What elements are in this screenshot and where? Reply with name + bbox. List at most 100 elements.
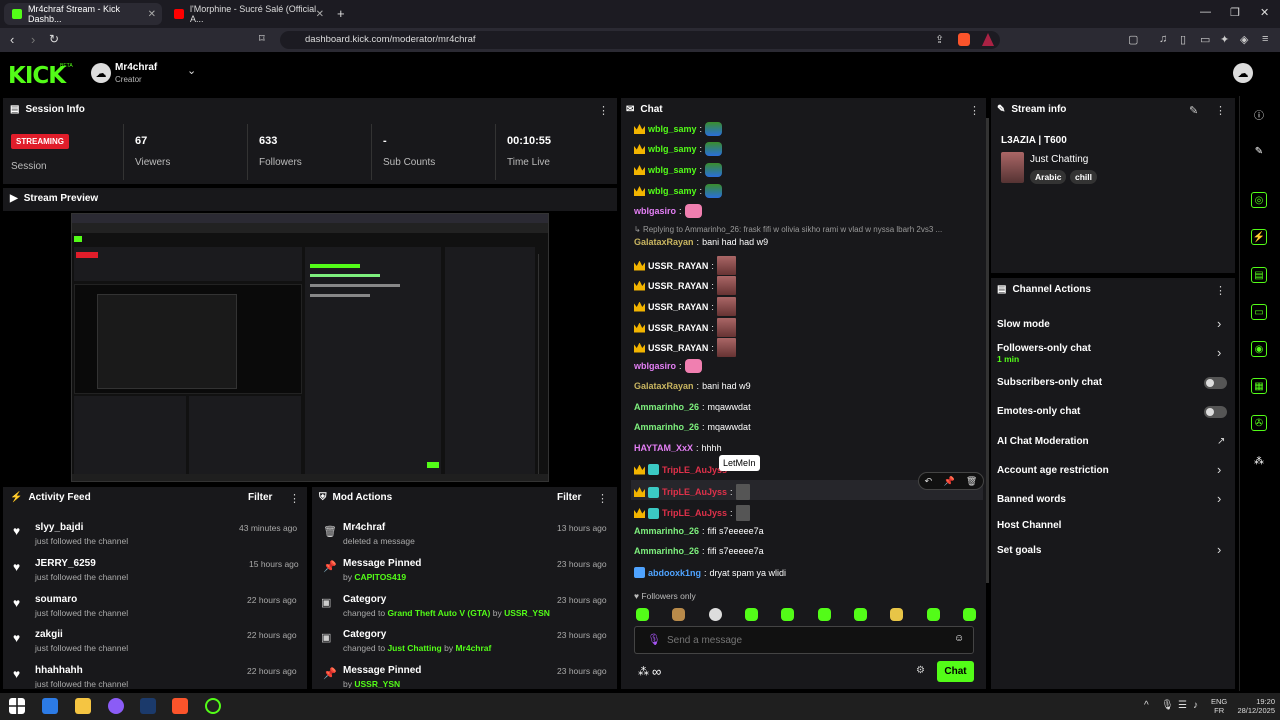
chat-message[interactable]: Ammarinho_26: mqawwdat — [634, 422, 751, 432]
clipboard-icon[interactable]: ▤ — [1251, 267, 1267, 283]
chat-settings-gear-icon[interactable]: ⚙ — [916, 665, 925, 676]
chat-username[interactable]: USSR_RAYAN — [648, 261, 708, 271]
chat-username[interactable]: USSR_RAYAN — [648, 302, 708, 312]
info-icon[interactable]: ⓘ — [1251, 106, 1267, 122]
mod-user-link[interactable]: USSR_YSN — [504, 608, 550, 618]
steam-app-icon[interactable] — [140, 698, 156, 714]
send-chat-button[interactable]: Chat — [937, 661, 974, 682]
chevron-right-icon[interactable]: › — [1217, 316, 1221, 331]
file-explorer-icon[interactable] — [75, 698, 91, 714]
chat-username[interactable]: wblg_samy — [648, 124, 697, 134]
pencil-icon[interactable]: ✎ — [1251, 143, 1267, 159]
microphone-icon[interactable]: 🎙 — [647, 633, 661, 646]
chat-message[interactable]: Ammarinho_26: mqawwdat — [634, 402, 751, 412]
close-window-icon[interactable]: ✕ — [1260, 6, 1269, 19]
emote-icon[interactable] — [672, 607, 686, 621]
chat-username[interactable]: TripLE_AuJyss — [662, 508, 727, 518]
subscribers-only-toggle[interactable] — [1204, 377, 1227, 389]
chat-message[interactable]: Ammarinho_26: fifi s7eeeee7a — [634, 526, 764, 536]
chat-username[interactable]: USSR_RAYAN — [648, 323, 708, 333]
chat-message[interactable]: TripLE_AuJyss — [634, 464, 727, 475]
mod-user-link[interactable]: Mr4chraf — [455, 643, 491, 653]
emote-icon[interactable] — [853, 607, 867, 621]
emote-icon[interactable] — [636, 607, 649, 621]
chat-message[interactable]: USSR_RAYAN: — [634, 297, 736, 316]
chat-message[interactable]: wblgasiro: — [634, 204, 702, 218]
stream-category[interactable]: Just Chatting — [1030, 154, 1088, 165]
chat-username[interactable]: USSR_RAYAN — [648, 281, 708, 291]
chat-message[interactable]: USSR_RAYAN: — [634, 318, 736, 337]
chat-menu-icon[interactable]: ⋮ — [969, 104, 980, 117]
edit-stream-info-icon[interactable]: ✎ — [1189, 104, 1198, 117]
emote-icon[interactable] — [890, 607, 904, 621]
vpn-icon[interactable]: ◈ — [1240, 33, 1248, 46]
mod-user-link[interactable]: USSR_YSN — [354, 679, 400, 688]
reply-icon[interactable]: ↶ — [925, 476, 933, 487]
category-link[interactable]: Just Chatting — [387, 643, 441, 653]
new-tab-icon[interactable]: + — [337, 6, 345, 21]
broadcast-icon[interactable]: ◉ — [1251, 341, 1267, 357]
channel-switch-chevron-icon[interactable]: ⌄ — [187, 64, 196, 77]
chat-username[interactable]: TripLE_AuJyss — [662, 465, 727, 475]
chat-message[interactable]: TripLE_AuJyss: — [634, 484, 750, 500]
chat-username[interactable]: HAYTAM_XxX — [634, 443, 693, 453]
chat-icon[interactable]: ▭ — [1251, 304, 1267, 320]
kick-bot-rail-icon[interactable]: ⁂ — [1251, 453, 1267, 469]
brave-app-icon[interactable] — [172, 698, 188, 714]
chat-message-input[interactable] — [667, 633, 947, 647]
minimize-icon[interactable]: — — [1200, 6, 1211, 18]
menu-icon[interactable]: ≡ — [1262, 33, 1268, 45]
external-link-icon[interactable]: ↗ — [1217, 436, 1225, 447]
url-field[interactable]: dashboard.kick.com/moderator/mr4chraf — [280, 31, 1000, 49]
chat-message[interactable]: abdooxk1ng: dryat spam ya wlidi — [634, 567, 786, 578]
lightning-icon[interactable]: ⚡ — [1251, 229, 1267, 245]
reply-context[interactable]: ↳ Replying to Ammarinho_26: frask fifi w… — [634, 225, 974, 234]
activity-user[interactable]: hhahhahh — [35, 665, 128, 676]
stream-video[interactable] — [71, 213, 549, 482]
infinity-icon[interactable]: ∞ — [652, 664, 661, 679]
tag-chip[interactable]: Arabic — [1030, 170, 1067, 184]
windows-start-icon[interactable] — [9, 698, 25, 714]
chat-message[interactable]: wblg_samy: — [634, 142, 723, 156]
close-tab-icon[interactable]: ✕ — [148, 9, 156, 20]
network-icon[interactable]: ☰ — [1178, 700, 1187, 711]
chat-message[interactable]: USSR_RAYAN: — [634, 276, 736, 295]
chat-message[interactable]: wblg_samy: — [634, 184, 723, 198]
chat-username[interactable]: wblg_samy — [648, 186, 697, 196]
chat-username[interactable]: abdooxk1ng — [648, 568, 701, 578]
chat-message[interactable]: GalataxRayan: bani had w9 — [634, 381, 751, 391]
volume-icon[interactable]: ♪ — [1193, 700, 1198, 711]
mod-user-link[interactable]: CAPITOS419 — [354, 572, 406, 582]
emote-icon[interactable] — [744, 607, 758, 621]
tab-kick-dashboard[interactable]: Mr4chraf Stream - Kick Dashb... ✕ — [4, 3, 162, 25]
mod-filter-button[interactable]: Filter — [557, 492, 581, 503]
chat-message[interactable]: Ammarinho_26: fifi s7eeeee7a — [634, 546, 764, 556]
activity-user[interactable]: zakgii — [35, 629, 128, 640]
chat-username[interactable]: GalataxRayan — [634, 381, 694, 391]
chat-message[interactable]: GalataxRayan: bani had had w9 — [634, 237, 768, 247]
set-goals-row[interactable]: Set goals — [997, 545, 1041, 556]
delete-message-icon[interactable]: 🗑 — [966, 476, 977, 487]
chat-message[interactable]: wblg_samy: — [634, 122, 723, 136]
activity-user[interactable]: JERRY_6259 — [35, 558, 128, 569]
banned-words-row[interactable]: Banned words — [997, 494, 1066, 505]
user-avatar[interactable]: ☁ — [91, 63, 111, 83]
chrome-app-icon[interactable] — [108, 698, 124, 714]
chat-username[interactable]: USSR_RAYAN — [648, 343, 708, 353]
kick-bot-icon[interactable]: ⁂ — [638, 665, 649, 678]
wrench-icon[interactable]: ✇ — [1251, 415, 1267, 431]
category-link[interactable]: Grand Theft Auto V (GTA) — [387, 608, 490, 618]
chat-username[interactable]: Ammarinho_26 — [634, 402, 699, 412]
obs-app-icon[interactable] — [205, 698, 221, 714]
chat-username[interactable]: wblgasiro — [634, 361, 676, 371]
category-thumbnail[interactable] — [1001, 152, 1024, 183]
chat-username[interactable]: Ammarinho_26 — [634, 422, 699, 432]
store-app-icon[interactable] — [42, 698, 58, 714]
emote-icon[interactable] — [962, 607, 976, 621]
mod-menu-icon[interactable]: ⋮ — [597, 492, 608, 505]
leo-icon[interactable]: ✦ — [1220, 33, 1229, 46]
chevron-right-icon[interactable]: › — [1217, 462, 1221, 477]
chevron-right-icon[interactable]: › — [1217, 491, 1221, 506]
input-language[interactable]: ENG FR — [1211, 697, 1227, 715]
sidebar-icon[interactable]: ▯ — [1180, 33, 1186, 46]
